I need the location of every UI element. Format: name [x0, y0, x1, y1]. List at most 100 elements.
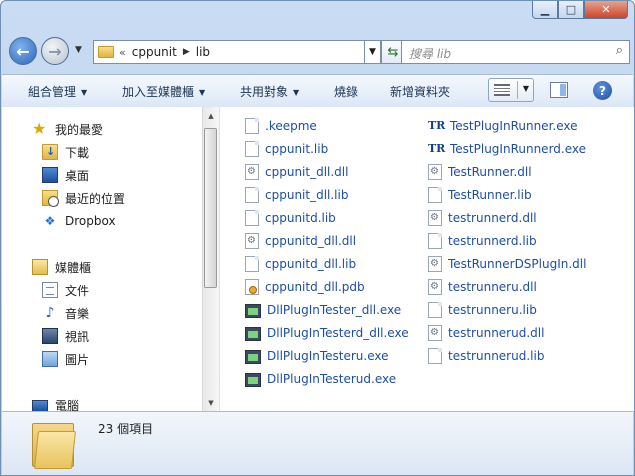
file-name: cppunit_dll.lib: [265, 188, 349, 202]
nav-favorites-label: 我的最愛: [55, 122, 104, 137]
file-item[interactable]: DllPlugInTesterd_dll.exe: [245, 323, 409, 343]
file-name: cppunitd_dll.pdb: [265, 280, 365, 294]
file-item[interactable]: TR TestPlugInRunnerd.exe: [428, 139, 586, 159]
forward-button[interactable]: →: [41, 37, 69, 65]
breadcrumb-lib[interactable]: lib: [196, 45, 210, 59]
maximize-button[interactable]: □: [558, 1, 584, 19]
burn-button[interactable]: 燒錄: [334, 83, 358, 100]
scroll-down-icon[interactable]: ▼: [203, 394, 219, 411]
chevron-down-icon: ▼: [293, 88, 300, 97]
file-name: DllPlugInTesterd_dll.exe: [267, 326, 409, 340]
dll-file-icon: [245, 233, 259, 249]
file-item[interactable]: testrunnerd.lib: [428, 231, 537, 251]
view-options-button[interactable]: ▼: [488, 78, 534, 102]
breadcrumb-cppunit[interactable]: cppunit: [132, 45, 177, 59]
breadcrumb-separator-icon[interactable]: ▶: [183, 47, 190, 57]
file-item[interactable]: TR TestPlugInRunner.exe: [428, 116, 578, 136]
blank-file-icon: [245, 210, 259, 226]
pdb-file-icon: [245, 279, 259, 295]
navigation-scrollbar[interactable]: ▲ ▼: [202, 107, 219, 411]
file-item[interactable]: DllPlugInTesteru.exe: [245, 346, 389, 366]
nav-dropbox[interactable]: ❖ Dropbox: [42, 211, 116, 231]
new-folder-label: 新增資料夾: [390, 85, 451, 99]
dll-file-icon: [428, 210, 442, 226]
nav-favorites[interactable]: ★ 我的最愛: [32, 119, 103, 139]
forward-arrow-icon: →: [48, 41, 62, 61]
details-view-icon: [494, 84, 510, 96]
nav-downloads[interactable]: 下載: [42, 142, 89, 162]
file-name: TestPlugInRunnerd.exe: [450, 142, 587, 156]
blank-file-icon: [245, 141, 259, 157]
testrunner-exe-icon: TR: [428, 142, 446, 155]
file-item[interactable]: cppunitd.lib: [245, 208, 336, 228]
address-bar[interactable]: « cppunit ▶ lib: [93, 40, 365, 64]
nav-music[interactable]: ♪ 音樂: [42, 303, 89, 323]
file-item[interactable]: DllPlugInTester_dll.exe: [245, 300, 401, 320]
add-to-library-button[interactable]: 加入至媒體櫃 ▼: [122, 83, 205, 100]
address-dropdown-icon[interactable]: ▼: [365, 40, 381, 64]
close-button[interactable]: ✕: [584, 1, 628, 19]
refresh-icon: ⇆: [387, 44, 399, 60]
search-box[interactable]: 搜尋 lib ⌕: [401, 40, 630, 64]
file-item[interactable]: cppunit_dll.dll: [245, 162, 348, 182]
search-icon[interactable]: ⌕: [616, 43, 623, 58]
library-icon: [32, 259, 48, 275]
back-button[interactable]: ←: [9, 37, 37, 65]
file-name: cppunit.lib: [265, 142, 329, 156]
file-item[interactable]: TestRunner.dll: [428, 162, 532, 182]
nav-pictures[interactable]: 圖片: [42, 349, 89, 369]
nav-recent-places[interactable]: 最近的位置: [42, 188, 125, 208]
file-name: testrunnerd.dll: [448, 211, 537, 225]
blank-file-icon: [428, 348, 442, 364]
nav-documents-label: 文件: [65, 283, 90, 298]
folder-front: [34, 431, 76, 469]
file-item[interactable]: cppunitd_dll.pdb: [245, 277, 365, 297]
file-item[interactable]: testrunnerud.dll: [428, 323, 544, 343]
minimize-button[interactable]: ▁: [532, 1, 558, 19]
file-name: TestRunner.lib: [448, 188, 532, 202]
organize-button[interactable]: 組合管理 ▼: [28, 83, 87, 100]
blank-file-icon: [428, 187, 442, 203]
nav-libraries[interactable]: 媒體櫃: [32, 257, 91, 277]
nav-computer-label: 電腦: [55, 398, 80, 412]
file-item[interactable]: cppunitd_dll.dll: [245, 231, 356, 251]
blank-file-icon: [245, 256, 259, 272]
desktop-icon: [42, 167, 58, 183]
scroll-up-icon[interactable]: ▲: [203, 107, 219, 124]
new-folder-button[interactable]: 新增資料夾: [390, 83, 450, 100]
share-with-button[interactable]: 共用對象 ▼: [240, 83, 299, 100]
file-item[interactable]: cppunitd_dll.lib: [245, 254, 356, 274]
history-dropdown-icon[interactable]: ▼: [75, 45, 85, 57]
file-item[interactable]: TestRunner.lib: [428, 185, 532, 205]
file-item[interactable]: testrunneru.lib: [428, 300, 537, 320]
file-item[interactable]: testrunnerud.lib: [428, 346, 544, 366]
nav-recent-places-label: 最近的位置: [65, 191, 126, 206]
testrunner-exe-icon: TR: [428, 119, 446, 132]
file-name: DllPlugInTester_dll.exe: [267, 303, 402, 317]
exe-file-icon: [245, 349, 261, 364]
file-item[interactable]: TestRunnerDSPlugIn.dll: [428, 254, 586, 274]
blank-file-icon: [245, 118, 259, 134]
back-arrow-icon: ←: [16, 41, 30, 61]
file-item[interactable]: DllPlugInTesterud.exe: [245, 369, 396, 389]
dropbox-icon: ❖: [44, 214, 56, 228]
window-controls: ▁ □ ✕: [532, 1, 628, 21]
nav-computer[interactable]: 電腦: [32, 395, 79, 411]
help-icon[interactable]: ?: [593, 81, 612, 100]
file-item[interactable]: cppunit_dll.lib: [245, 185, 348, 205]
file-item[interactable]: cppunit.lib: [245, 139, 328, 159]
address-overflow-icon[interactable]: «: [119, 46, 126, 59]
nav-videos[interactable]: 視訊: [42, 326, 89, 346]
dll-file-icon: [428, 256, 442, 272]
file-item[interactable]: .keepme: [245, 116, 317, 136]
chevron-down-icon[interactable]: ▼: [523, 84, 529, 93]
preview-pane-icon[interactable]: [550, 82, 568, 98]
music-icon: ♪: [45, 305, 55, 321]
file-item[interactable]: testrunneru.dll: [428, 277, 537, 297]
scrollbar-thumb[interactable]: [204, 128, 217, 288]
star-icon: ★: [32, 119, 47, 138]
exe-file-icon: [245, 303, 261, 318]
nav-documents[interactable]: 文件: [42, 280, 89, 300]
file-item[interactable]: testrunnerd.dll: [428, 208, 537, 228]
nav-desktop[interactable]: 桌面: [42, 165, 89, 185]
